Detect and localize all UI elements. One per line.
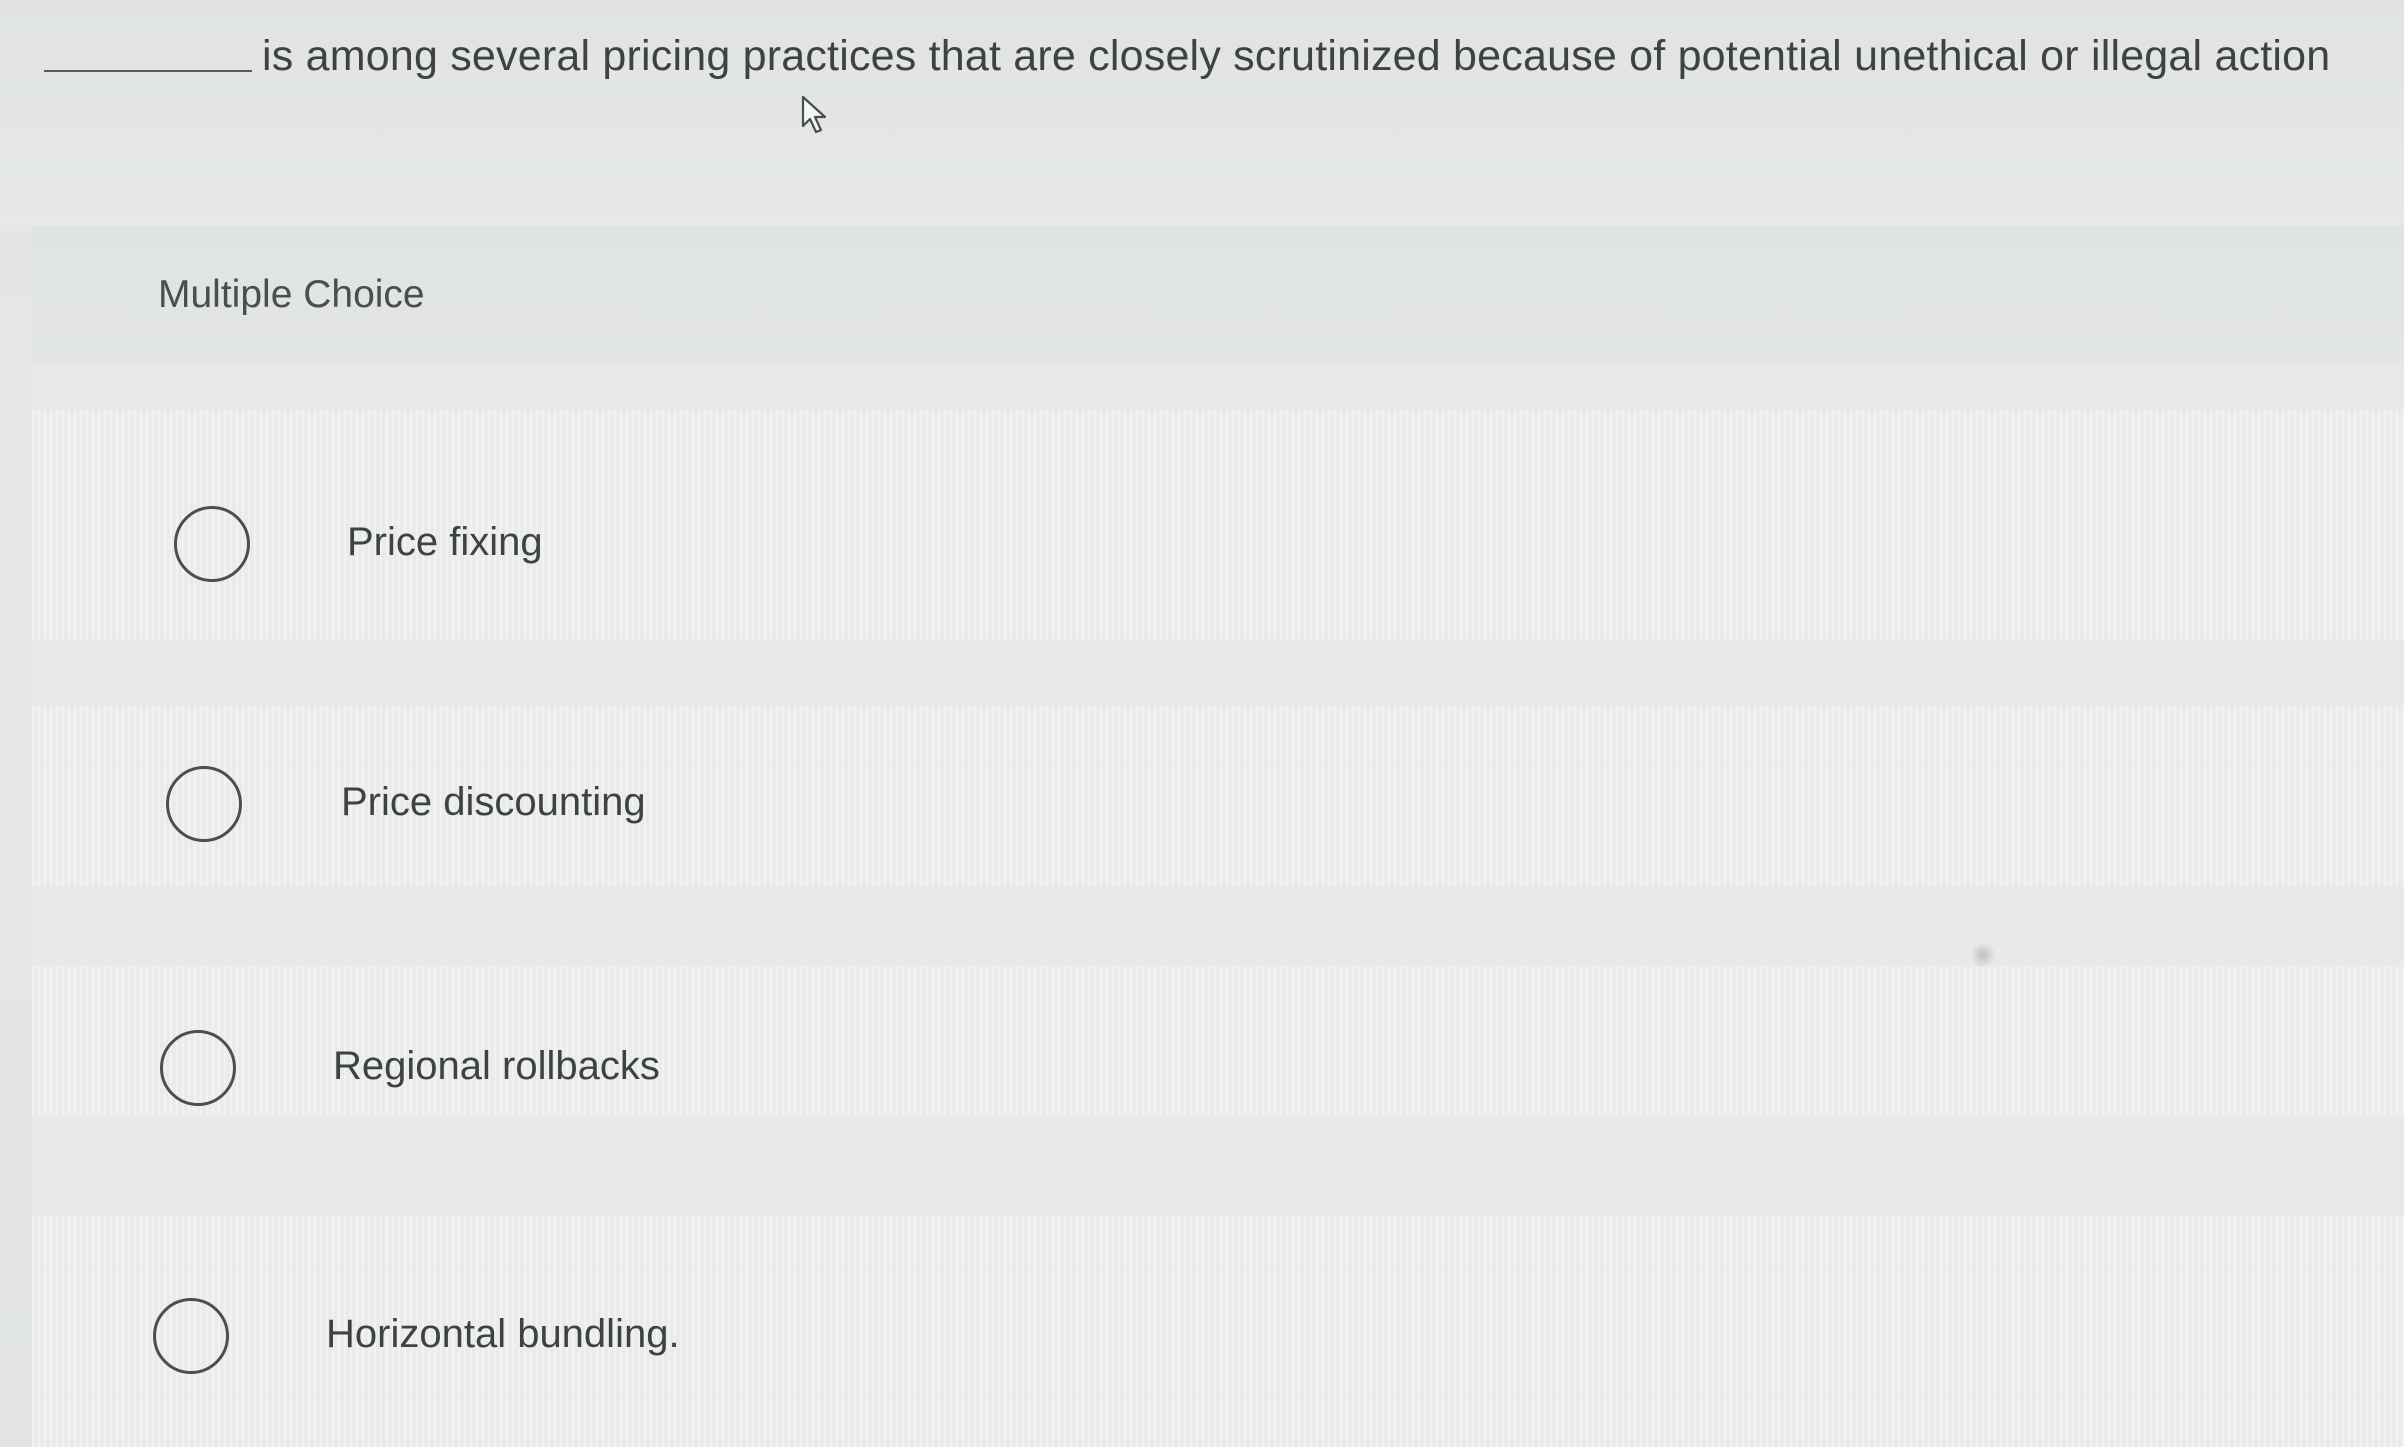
radio-button[interactable]: [174, 506, 250, 582]
choice-label: Regional rollbacks: [333, 1044, 660, 1088]
panel-header: Multiple Choice: [32, 226, 2404, 366]
radio-button[interactable]: [166, 766, 242, 842]
question-type-label: Multiple Choice: [158, 273, 425, 316]
choice-option-3[interactable]: Regional rollbacks: [60, 988, 2360, 1158]
choice-option-1[interactable]: Price fixing: [72, 466, 2372, 636]
choice-label: Price fixing: [347, 520, 543, 564]
answer-blank: [44, 70, 252, 72]
screen-smudge: [1970, 942, 1996, 968]
choice-option-2[interactable]: Price discounting: [66, 726, 2366, 896]
radio-button[interactable]: [153, 1298, 229, 1374]
choice-label: Horizontal bundling.: [326, 1312, 680, 1356]
multiple-choice-panel: Multiple Choice Price fixing Price disco…: [32, 226, 2404, 1447]
question-area: is among several pricing practices that …: [0, 0, 2404, 225]
mouse-pointer-icon: [801, 95, 827, 134]
choice-option-4[interactable]: Horizontal bundling.: [54, 1256, 2354, 1426]
question-text: is among several pricing practices that …: [262, 32, 2331, 80]
radio-button[interactable]: [160, 1030, 236, 1106]
choice-label: Price discounting: [341, 780, 646, 824]
